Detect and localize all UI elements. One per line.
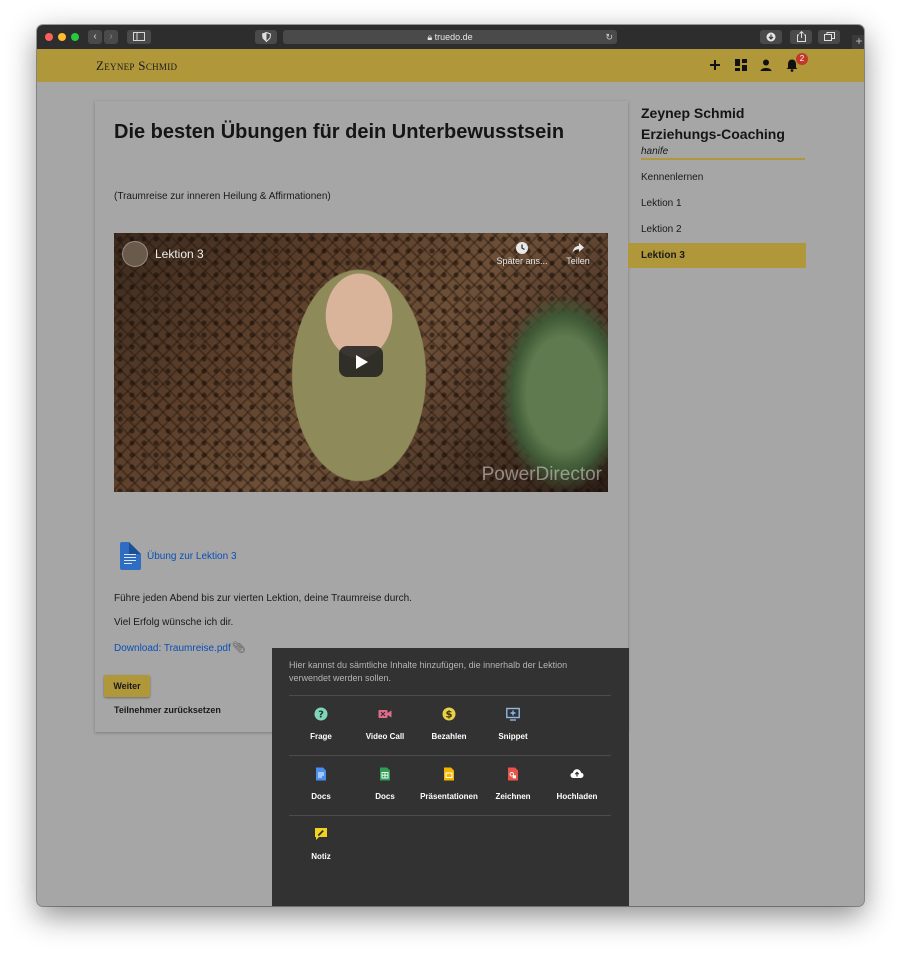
lesson-paragraph: Viel Erfolg wünsche ich dir. [114, 617, 234, 628]
download-link-label[interactable]: Download: Traumreise.pdf [114, 643, 231, 654]
tool-label: Zeichnen [495, 792, 531, 801]
exercise-document-label[interactable]: Übung zur Lektion 3 [147, 551, 237, 562]
add-google-sheets-button[interactable]: Docs [353, 767, 417, 801]
sidebar-divider [641, 158, 805, 160]
tool-label: Snippet [498, 732, 528, 741]
download-icon [766, 32, 776, 42]
share-arrow-icon [572, 243, 584, 253]
video-call-icon [378, 710, 392, 718]
dollar-icon: $ [442, 707, 456, 721]
privacy-shield-button[interactable] [255, 30, 277, 44]
google-sheets-icon [380, 767, 390, 781]
course-title-line: Erziehungs-Coaching [641, 126, 785, 142]
lesson-subtitle: (Traumreise zur inneren Heilung & Affirm… [114, 191, 331, 202]
user-icon[interactable] [759, 58, 773, 72]
share-icon [796, 30, 806, 42]
downloads-button[interactable] [760, 30, 782, 44]
tool-label: Docs [375, 792, 395, 801]
sidebar-item-lektion-2[interactable]: Lektion 2 [628, 217, 806, 242]
sidebar-icon [133, 32, 145, 41]
new-tab-button[interactable]: + [852, 35, 864, 49]
google-docs-icon [316, 767, 326, 781]
divider [289, 755, 611, 756]
sidebar-item-lektion-1[interactable]: Lektion 1 [628, 191, 806, 216]
svg-text:?: ? [318, 710, 324, 721]
course-title: Zeynep Schmid Erziehungs-Coaching [641, 103, 785, 145]
tool-label: Präsentationen [420, 792, 478, 801]
sidebar-item-lektion-3[interactable]: Lektion 3 [628, 243, 806, 268]
add-content-panel: Hier kannst du sämtliche Inhalte hinzufü… [272, 648, 629, 906]
note-icon [315, 828, 327, 840]
download-link[interactable]: Download: Traumreise.pdf📎︎ [114, 641, 246, 654]
play-button[interactable] [339, 346, 383, 377]
add-google-docs-button[interactable]: Docs [289, 767, 353, 801]
url-text: truedo.de [434, 32, 473, 42]
reload-icon[interactable]: ↻ [605, 30, 613, 44]
video-frame-plant [498, 293, 608, 492]
share-button[interactable] [790, 30, 812, 44]
question-icon: ? [314, 707, 328, 721]
forward-button[interactable]: › [104, 30, 118, 44]
add-snippet-button[interactable]: Snippet [481, 707, 545, 741]
add-payment-button[interactable]: $ Bezahlen [417, 707, 481, 741]
video-watermark: PowerDirector [481, 464, 602, 485]
add-presentation-button[interactable]: Präsentationen [417, 767, 481, 801]
upload-button[interactable]: Hochladen [545, 767, 609, 801]
plus-icon[interactable] [708, 58, 722, 72]
video-player[interactable]: Lektion 3 Später ans... Teilen PowerDire… [114, 233, 608, 492]
back-button[interactable]: ‹ [88, 30, 102, 44]
lesson-content-card: Die besten Übungen für dein Unterbewusst… [95, 101, 628, 732]
add-note-button[interactable]: Notiz [289, 827, 353, 861]
drawing-icon [508, 767, 518, 781]
close-window-button[interactable] [45, 33, 53, 41]
sidebar-toggle-button[interactable] [127, 30, 151, 44]
svg-text:$: $ [446, 710, 453, 721]
reset-participant-link[interactable]: Teilnehmer zurücksetzen [114, 705, 221, 715]
divider [289, 815, 611, 816]
paperclip-icon: 📎︎ [231, 642, 246, 654]
site-header: Zeynep Schmid 2 [37, 49, 864, 82]
upload-cloud-icon [570, 769, 584, 778]
tool-label: Bezahlen [431, 732, 467, 741]
sidebar-item-kennenlernen[interactable]: Kennenlernen [628, 165, 806, 190]
divider [289, 695, 611, 696]
snippet-icon [506, 707, 520, 721]
browser-toolbar: ‹ › 🔒︎ truedo.de ↻ + [37, 25, 864, 49]
tool-label: Frage [310, 732, 332, 741]
tool-label: Docs [311, 792, 331, 801]
browser-window: ‹ › 🔒︎ truedo.de ↻ + Zeynep Schmid 2 Die… [37, 25, 864, 906]
add-question-button[interactable]: ? Frage [289, 707, 353, 741]
share-label: Teilen [566, 256, 590, 266]
add-drawing-button[interactable]: Zeichnen [481, 767, 545, 801]
video-title[interactable]: Lektion 3 [155, 247, 204, 261]
watch-later-button[interactable]: Später ans... [492, 241, 552, 266]
next-button[interactable]: Weiter [104, 675, 150, 697]
minimize-window-button[interactable] [58, 33, 66, 41]
lesson-paragraph: Führe jeden Abend bis zur vierten Lektio… [114, 593, 412, 604]
lock-icon: 🔒︎ [427, 32, 433, 42]
video-share-button[interactable]: Teilen [548, 241, 608, 266]
add-video-call-button[interactable]: Video Call [353, 707, 417, 741]
tab-overview-button[interactable] [818, 30, 840, 44]
course-author: hanife [641, 146, 669, 157]
shield-icon [261, 31, 271, 43]
tool-label: Notiz [311, 852, 331, 861]
exercise-document-link[interactable]: Übung zur Lektion 3 [120, 541, 237, 571]
notification-count-badge: 2 [796, 53, 808, 65]
google-slides-icon [444, 767, 454, 781]
tool-label: Video Call [365, 732, 405, 741]
zoom-window-button[interactable] [71, 33, 79, 41]
lesson-title: Die besten Übungen für dein Unterbewusst… [114, 121, 565, 143]
course-title-line: Zeynep Schmid [641, 105, 745, 121]
watch-later-label: Später ans... [496, 256, 548, 266]
tabs-icon [823, 32, 835, 41]
clock-icon [516, 242, 528, 254]
channel-avatar[interactable] [122, 241, 148, 267]
tool-label: Hochladen [556, 792, 598, 801]
brand-logo[interactable]: Zeynep Schmid [96, 58, 177, 74]
add-content-hint: Hier kannst du sämtliche Inhalte hinzufü… [289, 660, 568, 683]
dashboard-icon[interactable] [734, 58, 748, 72]
address-bar[interactable]: 🔒︎ truedo.de ↻ [283, 30, 617, 44]
google-docs-icon [120, 542, 141, 570]
